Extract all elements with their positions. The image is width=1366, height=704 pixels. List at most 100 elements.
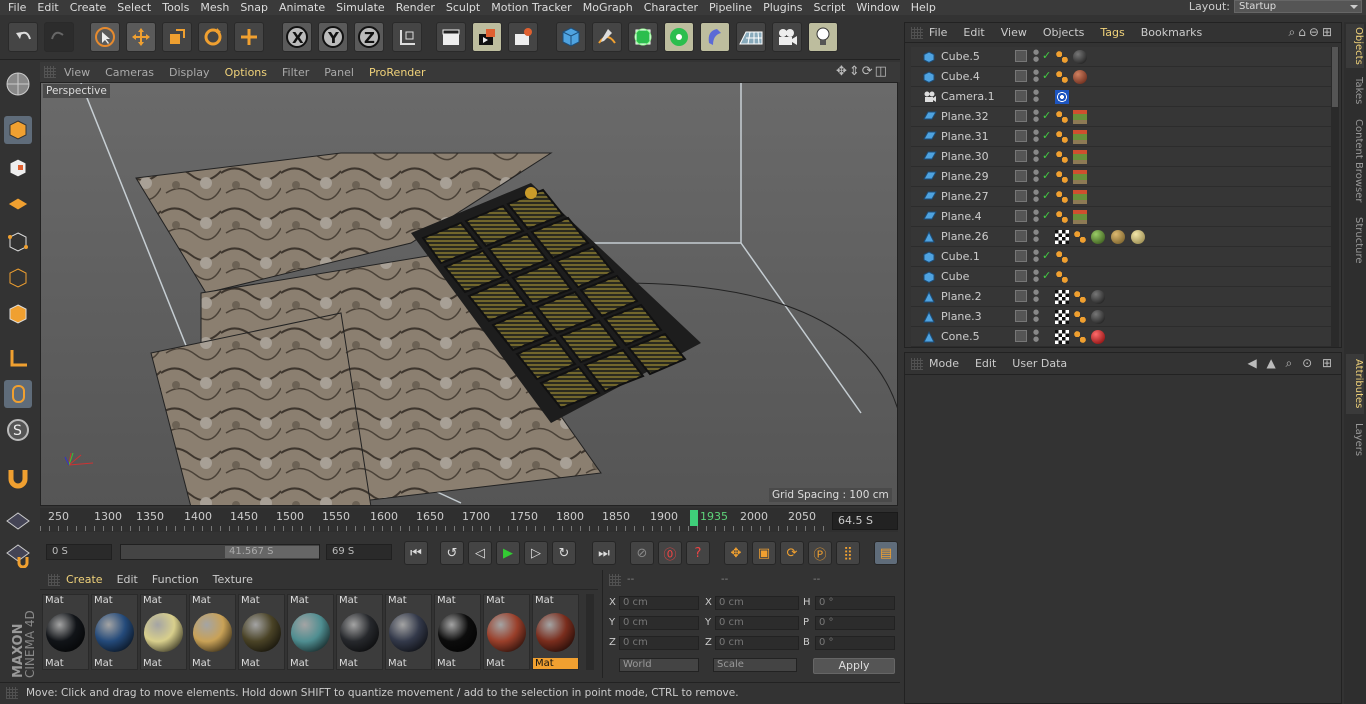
mat-dark-tag-icon[interactable] (1091, 310, 1105, 324)
menu-edit[interactable]: Edit (33, 1, 65, 14)
viewport-menu-panel[interactable]: Panel (324, 66, 354, 79)
key-scale-button[interactable]: ▣ (752, 541, 776, 565)
mat-red-tag-icon[interactable] (1091, 330, 1105, 344)
phong-tag-icon[interactable] (1055, 150, 1069, 164)
menu-mesh[interactable]: Mesh (196, 1, 236, 14)
enabled-check-icon[interactable]: ✓ (1042, 49, 1051, 62)
visibility-dots-icon[interactable]: ● ● (1033, 69, 1039, 83)
menu-script[interactable]: Script (809, 1, 852, 14)
solo-button[interactable] (4, 506, 32, 534)
uvw-tag-icon[interactable] (1055, 230, 1069, 244)
scale-dropdown[interactable]: Scale (713, 658, 797, 672)
render-view-button[interactable] (436, 22, 466, 52)
rotation-field[interactable]: 0 ° (815, 636, 895, 650)
enabled-check-icon[interactable]: ✓ (1042, 129, 1051, 142)
viewport-menu-cameras[interactable]: Cameras (105, 66, 154, 79)
material-swatch[interactable]: Mat Mat (483, 594, 530, 670)
mat-dark-tag-icon[interactable] (1091, 290, 1105, 304)
rotation-field[interactable]: 0 ° (815, 616, 895, 630)
object-row[interactable]: Plane.30 ● ● ✓ (911, 147, 1333, 167)
mat-terrain-tag-icon[interactable] (1073, 190, 1087, 204)
apply-button[interactable]: Apply (813, 658, 895, 674)
layer-icon[interactable] (1015, 330, 1027, 342)
enabled-check-icon[interactable]: ✓ (1042, 189, 1051, 202)
layer-icon[interactable] (1015, 210, 1027, 222)
size-field[interactable]: 0 cm (715, 616, 799, 630)
attribute-nav-icons[interactable]: ◀ ▲ ⌕ ⊙ ⊞ (1247, 356, 1335, 371)
rotation-field[interactable]: 0 ° (815, 596, 895, 610)
layout-dropdown[interactable]: Startup (1234, 0, 1362, 13)
uvw-tag-icon[interactable] (1055, 310, 1069, 324)
mat-terrain-tag-icon[interactable] (1073, 170, 1087, 184)
scale-tool-button[interactable] (162, 22, 192, 52)
make-editable-button[interactable] (4, 70, 32, 98)
visibility-dots-icon[interactable]: ● ● (1033, 129, 1039, 143)
snapping-button[interactable]: S (4, 416, 32, 444)
visibility-dots-icon[interactable]: ● ● (1033, 89, 1039, 103)
current-time-field[interactable]: 64.5 S (832, 512, 898, 530)
phong-tag-icon[interactable] (1073, 230, 1087, 244)
viewport-menu-view[interactable]: View (64, 66, 90, 79)
visibility-dots-icon[interactable]: ● ● (1033, 109, 1039, 123)
mat-terrain-tag-icon[interactable] (1073, 110, 1087, 124)
visibility-dots-icon[interactable]: ● ● (1033, 289, 1039, 303)
camera-button[interactable] (772, 22, 802, 52)
layer-icon[interactable] (1015, 150, 1027, 162)
material-swatch[interactable]: Mat Mat (287, 594, 334, 670)
enabled-check-icon[interactable]: ✓ (1042, 69, 1051, 82)
phong-tag-icon[interactable] (1055, 250, 1069, 264)
enabled-check-icon[interactable]: ✓ (1042, 109, 1051, 122)
phong-tag-icon[interactable] (1055, 270, 1069, 284)
texture-mode-button[interactable] (4, 154, 32, 182)
uvw-tag-icon[interactable] (1055, 330, 1069, 344)
phong-tag-icon[interactable] (1073, 330, 1087, 344)
visibility-dots-icon[interactable]: ● ● (1033, 329, 1039, 343)
object-row[interactable]: Cube ● ● ✓ (911, 267, 1333, 287)
menu-pipeline[interactable]: Pipeline (705, 1, 759, 14)
visibility-dots-icon[interactable]: ● ● (1033, 229, 1039, 243)
scrollbar-thumb[interactable] (1332, 47, 1338, 107)
y-axis-button[interactable]: Y (318, 22, 348, 52)
material-swatch[interactable]: Mat Mat (189, 594, 236, 670)
object-row[interactable]: Cube.4 ● ● ✓ (911, 67, 1333, 87)
menu-simulate[interactable]: Simulate (332, 1, 392, 14)
enabled-check-icon[interactable]: ✓ (1042, 149, 1051, 162)
object-menu-objects[interactable]: Objects (1043, 26, 1085, 39)
visibility-dots-icon[interactable]: ● ● (1033, 149, 1039, 163)
menu-help[interactable]: Help (907, 1, 943, 14)
position-field[interactable]: 0 cm (619, 636, 699, 650)
polygons-mode-button[interactable] (4, 300, 32, 328)
live-selection-button[interactable] (90, 22, 120, 52)
material-swatch[interactable]: Mat Mat (385, 594, 432, 670)
cube-object-button[interactable] (556, 22, 586, 52)
edges-mode-button[interactable] (4, 264, 32, 292)
object-manager-toolbar-icons[interactable]: ⌕⌂⊖⊞ (1289, 25, 1335, 40)
size-field[interactable]: 0 cm (715, 596, 799, 610)
visibility-dots-icon[interactable]: ● ● (1033, 249, 1039, 263)
material-menu-texture[interactable]: Texture (213, 573, 253, 586)
x-axis-button[interactable]: X (282, 22, 312, 52)
key-pla-button[interactable]: ⣿ (836, 541, 860, 565)
position-field[interactable]: 0 cm (619, 616, 699, 630)
phong-tag-icon[interactable] (1055, 190, 1069, 204)
visibility-dots-icon[interactable]: ● ● (1033, 269, 1039, 283)
attribute-menu-edit[interactable]: Edit (975, 357, 996, 370)
redo-button[interactable] (44, 22, 74, 52)
side-tab-attributes[interactable]: Attributes (1346, 354, 1364, 414)
layer-icon[interactable] (1015, 70, 1027, 82)
start-time-field[interactable]: 0 S (46, 544, 112, 560)
enabled-check-icon[interactable]: ✓ (1042, 269, 1051, 282)
preview-range-handle[interactable]: 41.567 S (225, 546, 319, 558)
goto-end-button[interactable]: ⏭ (592, 541, 616, 565)
tweak-mode-button[interactable] (4, 380, 32, 408)
enable-axis-button[interactable] (4, 344, 32, 372)
mat-terrain-tag-icon[interactable] (1073, 150, 1087, 164)
key-parameter-button[interactable]: Ⓟ (808, 541, 832, 565)
magnet-button[interactable] (4, 464, 32, 492)
next-frame-button[interactable]: ▷ (524, 541, 548, 565)
layer-icon[interactable] (1015, 130, 1027, 142)
menu-motion-tracker[interactable]: Motion Tracker (487, 1, 578, 14)
timeline-ruler[interactable]: 250 1300 1350 1400 1450 1500 1550 1600 1650 1700 1… (40, 508, 898, 532)
layer-icon[interactable] (1015, 270, 1027, 282)
menu-sculpt[interactable]: Sculpt (442, 1, 487, 14)
